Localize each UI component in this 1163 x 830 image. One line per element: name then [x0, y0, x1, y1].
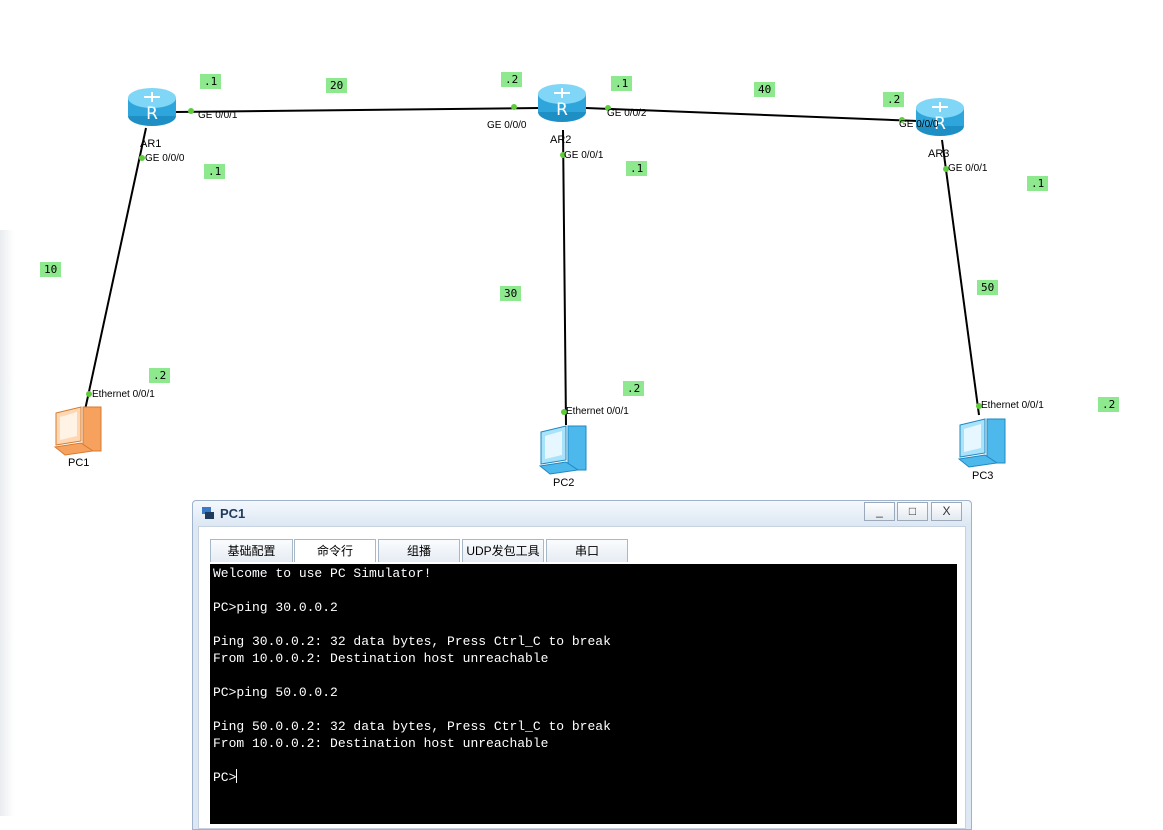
window-title: PC1	[220, 506, 246, 521]
address-label: .1	[1027, 176, 1049, 191]
link-ar1-pc1	[84, 127, 147, 411]
address-label: .2	[1098, 397, 1120, 412]
console-line: PC>ping 50.0.0.2	[213, 685, 338, 700]
device-name-ar2: AR2	[550, 134, 572, 146]
device-name-pc2: PC2	[553, 477, 575, 489]
address-label: .1	[204, 164, 226, 179]
address-label: .2	[501, 72, 523, 87]
pc1-icon[interactable]	[53, 403, 107, 462]
close-button[interactable]: X	[931, 502, 962, 521]
device-name-pc1: PC1	[68, 457, 90, 469]
console-line: Ping 30.0.0.2: 32 data bytes, Press Ctrl…	[213, 634, 611, 649]
address-label: .2	[149, 368, 171, 383]
router-ar1-icon[interactable]: R	[127, 86, 177, 133]
console-line: Welcome to use PC Simulator!	[213, 566, 432, 581]
network-label: 10	[40, 262, 62, 277]
tab-command-line[interactable]: 命令行	[294, 539, 376, 562]
port-label: Ethernet 0/0/1	[92, 389, 155, 400]
port-dot	[511, 104, 517, 110]
console-line: From 10.0.0.2: Destination host unreacha…	[213, 651, 549, 666]
port-label: Ethernet 0/0/1	[566, 406, 629, 417]
address-label: .1	[611, 76, 633, 91]
maximize-button[interactable]: □	[897, 502, 928, 521]
tab-basic-config[interactable]: 基础配置	[210, 539, 293, 562]
port-label: GE 0/0/0	[145, 153, 185, 164]
network-label: 20	[326, 78, 348, 93]
port-label: GE 0/0/0	[899, 119, 939, 130]
device-name-pc3: PC3	[972, 470, 994, 482]
pc-window-icon	[202, 507, 214, 519]
pc1-window: PC1 _ □ X 基础配置 命令行 组播 UDP发包工具 串口 Welcome…	[192, 500, 972, 830]
window-body: 基础配置 命令行 组播 UDP发包工具 串口 Welcome to use PC…	[198, 526, 966, 829]
address-label: .2	[883, 92, 905, 107]
tab-serial[interactable]: 串口	[546, 539, 628, 562]
tab-multicast[interactable]: 组播	[378, 539, 460, 562]
address-label: .1	[200, 74, 222, 89]
device-name-ar1: AR1	[140, 138, 162, 150]
svg-text:R: R	[146, 104, 158, 124]
link-ar2-pc2	[562, 129, 567, 426]
port-label: GE 0/0/2	[607, 108, 647, 119]
port-label: GE 0/0/1	[198, 110, 238, 121]
link-ar3-pc3	[941, 139, 980, 416]
address-label: .1	[626, 161, 648, 176]
pc2-icon[interactable]	[538, 422, 592, 481]
text-cursor	[236, 769, 238, 783]
window-titlebar[interactable]: PC1 _ □ X	[193, 501, 971, 525]
console-line: PC>ping 30.0.0.2	[213, 600, 338, 615]
port-label: Ethernet 0/0/1	[981, 400, 1044, 411]
network-label: 30	[500, 286, 522, 301]
port-dot	[188, 108, 194, 114]
console-line: Ping 50.0.0.2: 32 data bytes, Press Ctrl…	[213, 719, 611, 734]
svg-text:R: R	[556, 100, 568, 120]
network-label: 40	[754, 82, 776, 97]
router-ar2-icon[interactable]: R	[537, 82, 587, 129]
network-label: 50	[977, 280, 999, 295]
pc3-icon[interactable]	[957, 415, 1011, 474]
console-line: From 10.0.0.2: Destination host unreacha…	[213, 736, 549, 751]
address-label: .2	[623, 381, 645, 396]
port-label: GE 0/0/1	[564, 150, 604, 161]
tab-udp-tool[interactable]: UDP发包工具	[462, 539, 544, 562]
console-prompt: PC>	[213, 770, 237, 785]
command-console[interactable]: Welcome to use PC Simulator! PC>ping 30.…	[210, 564, 957, 824]
console-prompt-line[interactable]: PC>	[213, 769, 954, 786]
minimize-button[interactable]: _	[864, 502, 895, 521]
device-name-ar3: AR3	[928, 148, 950, 160]
port-label: GE 0/0/0	[487, 120, 527, 131]
port-label: GE 0/0/1	[948, 163, 988, 174]
